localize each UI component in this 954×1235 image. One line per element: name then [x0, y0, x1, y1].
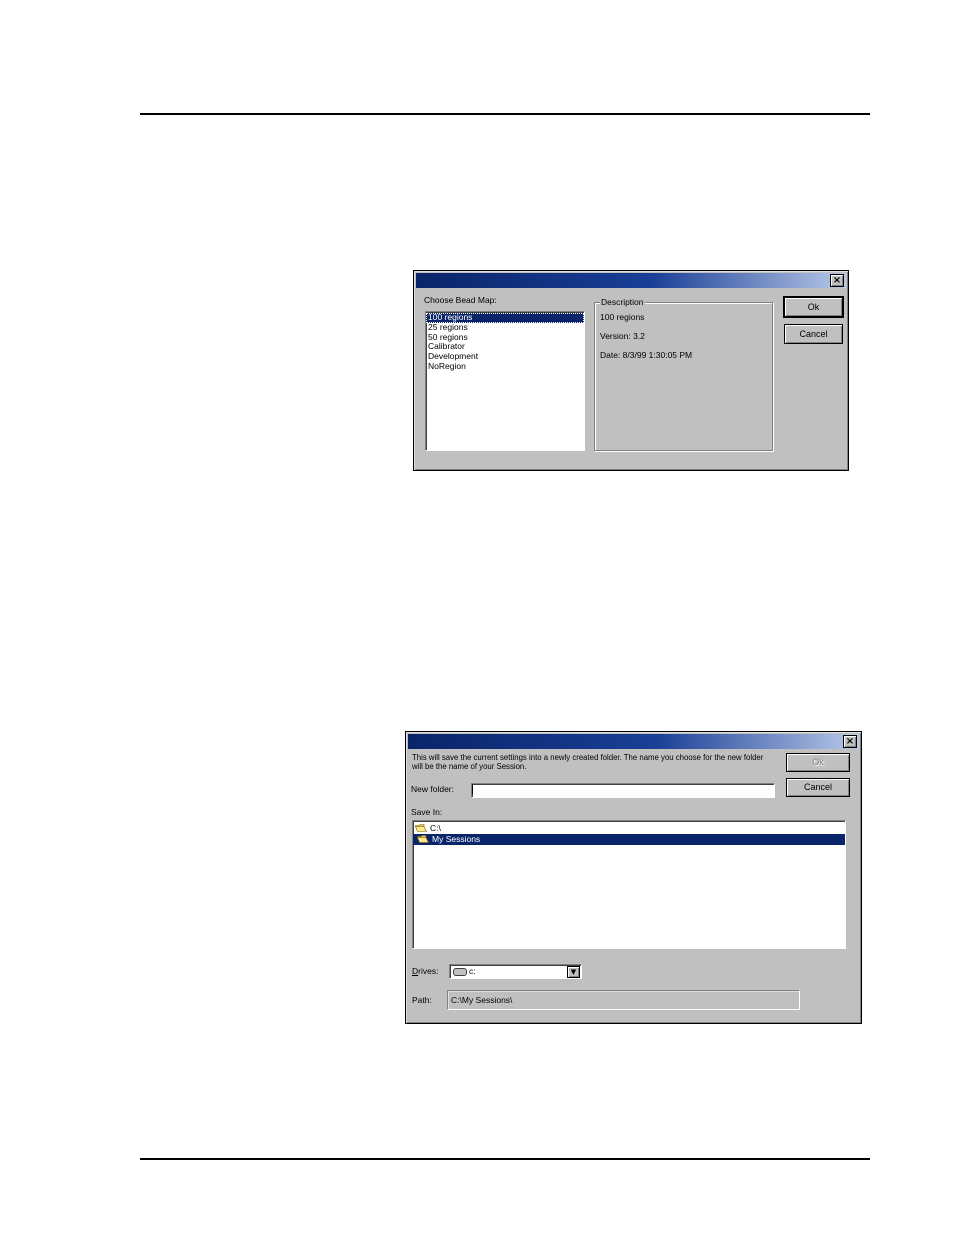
footer-rule — [140, 1158, 870, 1160]
close-icon[interactable]: × — [830, 274, 844, 287]
ok-button[interactable]: Ok — [786, 753, 850, 772]
description-groupbox: Description 100 regions Version: 3.2 Dat… — [594, 297, 773, 451]
save-message-line1: This will save the current settings into… — [412, 753, 764, 762]
drives-label-rest: rives: — [418, 966, 439, 976]
drives-combobox[interactable]: c: ▼ — [449, 964, 582, 979]
cancel-button[interactable]: Cancel — [786, 778, 850, 797]
drives-label: Drives: — [412, 966, 438, 976]
open-folder-icon — [415, 824, 427, 832]
description-legend: Description — [600, 297, 645, 307]
cancel-button[interactable]: Cancel — [784, 324, 843, 344]
choose-bead-map-label: Choose Bead Map: — [424, 295, 497, 305]
description-date: Date: 8/3/99 1:30:05 PM — [600, 350, 693, 360]
ok-button[interactable]: Ok — [783, 296, 844, 318]
drive-value: c: — [469, 966, 476, 976]
drive-icon — [453, 968, 467, 976]
save-session-dialog: × This will save the current settings in… — [405, 731, 862, 1024]
header-rule — [140, 113, 870, 115]
save-session-titlebar[interactable]: × — [408, 734, 859, 749]
description-name: 100 regions — [600, 312, 645, 322]
folder-tree-item[interactable]: My Sessions — [413, 834, 845, 845]
save-message-line2: will be the name of your Session. — [412, 762, 527, 771]
new-folder-label: New folder: — [411, 784, 454, 794]
path-label: Path: — [412, 995, 432, 1005]
save-in-label: Save In: — [411, 807, 443, 817]
bead-map-dialog: × Choose Bead Map: 100 regions 25 regions… — [413, 270, 849, 471]
open-folder-icon — [417, 835, 429, 843]
description-version: Version: 3.2 — [600, 331, 645, 341]
folder-tree[interactable]: C:\ My Sessions — [412, 820, 846, 949]
new-folder-input[interactable] — [471, 783, 775, 798]
path-value: C:\My Sessions\ — [451, 995, 513, 1005]
new-folder-value — [472, 784, 475, 794]
bead-map-list[interactable]: 100 regions 25 regions 50 regions Calibrato… — [425, 311, 585, 451]
folder-tree-item-label: My Sessions — [432, 834, 481, 844]
chevron-down-icon[interactable]: ▼ — [567, 966, 580, 978]
folder-tree-item-label: C:\ — [430, 823, 441, 833]
folder-tree-item[interactable]: C:\ — [413, 823, 845, 834]
bead-map-list-item[interactable]: NoRegion — [426, 361, 584, 372]
bead-map-titlebar[interactable]: × — [416, 273, 846, 288]
close-icon[interactable]: × — [843, 735, 857, 748]
path-field: C:\My Sessions\ — [447, 990, 800, 1010]
